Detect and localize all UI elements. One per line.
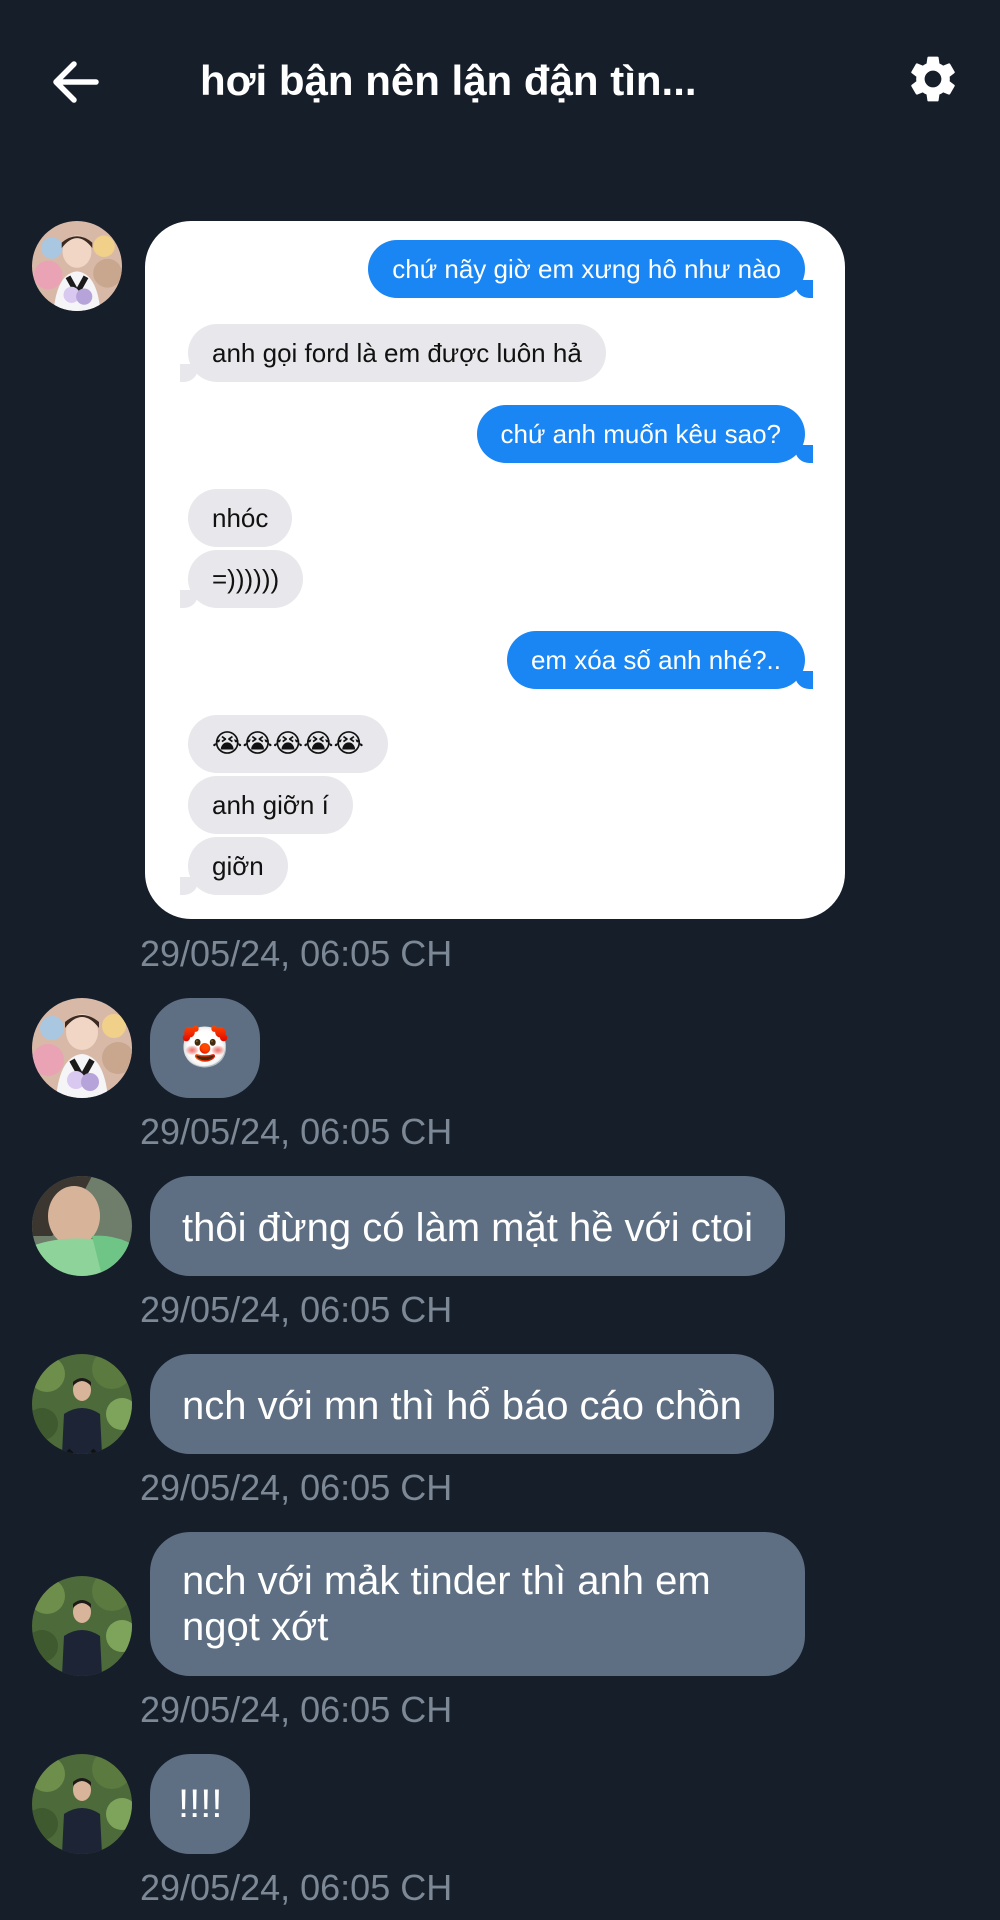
avatar-forest-image xyxy=(32,1754,132,1854)
message-timestamp: 29/05/24, 06:05 CH xyxy=(140,1111,453,1152)
imsg-bubble-in: 😭😭😭😭😭 xyxy=(188,715,388,773)
back-button[interactable] xyxy=(46,52,106,112)
chat-header: hơi bận nên lận đận tìn... xyxy=(0,0,1000,160)
avatar[interactable] xyxy=(32,998,132,1098)
message-bubble[interactable]: thôi đừng có làm mặt hề với ctoi xyxy=(150,1176,786,1276)
avatar[interactable] xyxy=(32,1354,132,1454)
gear-icon xyxy=(911,56,955,102)
message-bubble[interactable]: nch với mn thì hổ báo cáo chồn xyxy=(150,1354,774,1454)
avatar-boy-plush-image xyxy=(32,221,122,311)
message-bubble[interactable]: nch với mảk tinder thì anh em ngọt xớt xyxy=(150,1532,805,1676)
avatar-forest-image xyxy=(32,1354,132,1454)
imsg-bubble-out: chứ nãy giờ em xưng hô như nào xyxy=(368,240,813,298)
conversation-title: hơi bận nên lận đận tìn... xyxy=(200,57,697,104)
imsg-bubble-in: anh giỡn í xyxy=(188,776,353,834)
imsg-bubble-out: em xóa số anh nhé?.. xyxy=(506,631,814,689)
message-bubble[interactable]: 🤡 xyxy=(150,998,260,1098)
settings-button[interactable] xyxy=(905,51,961,107)
avatar[interactable] xyxy=(32,1576,132,1676)
message-timestamp: 29/05/24, 06:05 CH xyxy=(140,1467,453,1508)
imsg-bubble-in: =)))))) xyxy=(179,550,304,608)
avatar-boy-plush-image xyxy=(32,998,132,1098)
chat-screenshot-image[interactable]: chứ nãy giờ em xưng hô như nào anh gọi f… xyxy=(145,221,845,919)
message-timestamp: 29/05/24, 06:05 CH xyxy=(140,1689,453,1730)
avatar[interactable] xyxy=(32,1754,132,1854)
avatar[interactable] xyxy=(32,1176,132,1276)
arrow-left-icon xyxy=(53,61,99,103)
avatar[interactable] xyxy=(32,221,122,311)
avatar-forest-image xyxy=(32,1576,132,1676)
message-bubble[interactable]: !!!! xyxy=(150,1754,251,1854)
imsg-bubble-in: giỡn xyxy=(180,837,288,895)
message-timestamp: 29/05/24, 06:05 CH xyxy=(140,933,453,974)
imsg-bubble-in: nhóc xyxy=(188,489,293,547)
avatar-green-shirt-image xyxy=(32,1176,132,1276)
message-timestamp: 29/05/24, 06:05 CH xyxy=(140,1867,453,1908)
imsg-bubble-out: chứ anh muốn kêu sao? xyxy=(476,405,814,463)
imsg-bubble-in: anh gọi ford là em được luôn hả xyxy=(180,324,606,382)
message-timestamp: 29/05/24, 06:05 CH xyxy=(140,1289,453,1330)
